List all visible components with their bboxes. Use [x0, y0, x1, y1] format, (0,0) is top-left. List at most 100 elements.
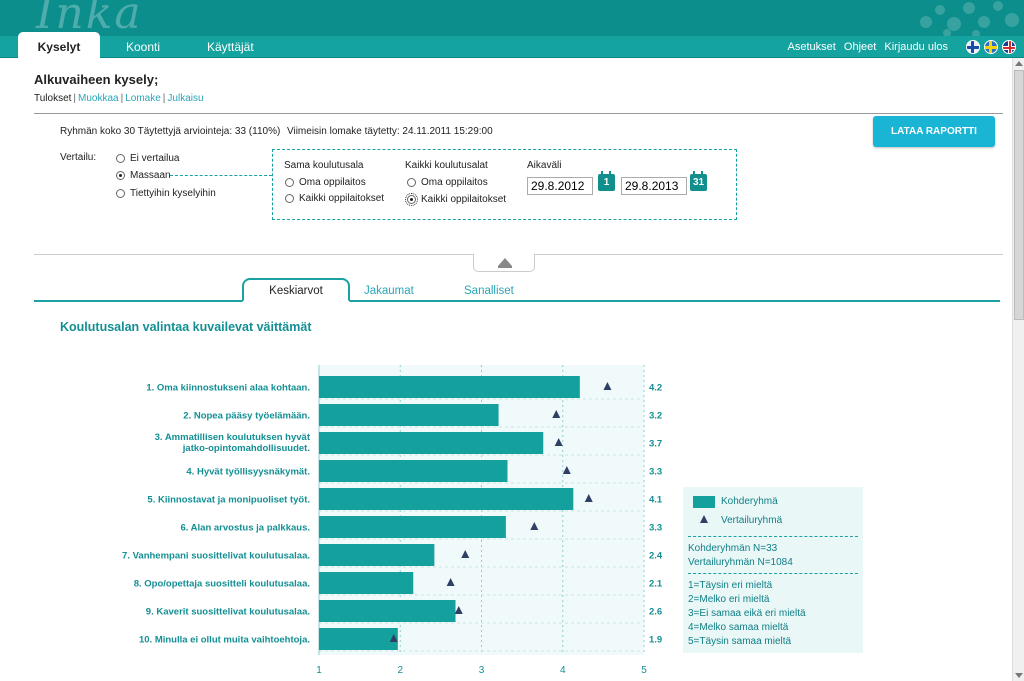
period-heading: Aikaväli	[527, 160, 562, 171]
crumb-current: Tulokset	[34, 93, 72, 104]
scroll-up-icon[interactable]	[1015, 61, 1023, 66]
legend-scale-3: 3=Ei samaa eikä eri mieltä	[688, 608, 806, 619]
legend-series-target: Kohderyhmä	[721, 496, 778, 507]
x-tick-label: 2	[397, 665, 403, 676]
bar-target-4	[319, 460, 508, 482]
scroll-down-icon[interactable]	[1015, 673, 1023, 678]
breadcrumb: Tulokset | Muokkaa | Lomake | Julkaisu	[34, 93, 204, 104]
main-nav: Kyselyt Koonti Käyttäjät Asetukset Ohjee…	[0, 32, 1024, 59]
vertical-scrollbar[interactable]	[1012, 58, 1024, 681]
radio-same-own-school[interactable]: Oma oppilaitos	[285, 177, 366, 188]
x-tick-label: 5	[641, 665, 647, 676]
help-link[interactable]: Ohjeet	[844, 41, 876, 53]
value-label-10: 1.9	[649, 635, 662, 646]
value-label-8: 2.1	[649, 579, 663, 590]
bar-target-8	[319, 572, 414, 594]
category-label-9: 9. Kaverit suosittelivat koulutusalaa.	[146, 607, 310, 618]
bar-target-6	[319, 516, 506, 538]
same-field-heading: Sama koulutusala	[284, 160, 364, 171]
start-date-input[interactable]	[527, 177, 593, 195]
top-links: Asetukset Ohjeet Kirjaudu ulos	[783, 36, 948, 58]
all-fields-heading: Kaikki koulutusalat	[405, 160, 488, 171]
end-calendar-icon[interactable]: 31	[690, 171, 707, 191]
radio-all-all-schools[interactable]: Kaikki oppilaitokset	[405, 193, 506, 206]
legend-scale-5: 5=Täysin samaa mieltä	[688, 636, 792, 647]
category-label-6: 6. Alan arvostus ja palkkaus.	[180, 523, 310, 534]
radio-all-own-school[interactable]: Oma oppilaitos	[407, 177, 488, 188]
crumb-form-link[interactable]: Lomake	[125, 93, 161, 104]
tab-koonti[interactable]: Koonti	[126, 36, 160, 58]
crumb-publish-link[interactable]: Julkaisu	[167, 93, 203, 104]
bar-target-3	[319, 432, 544, 454]
bar-target-5	[319, 488, 574, 510]
header-banner: Inka	[0, 0, 1024, 36]
collapse-filters-button[interactable]	[473, 254, 535, 272]
legend-n-comparison: Vertailuryhmän N=1084	[688, 557, 793, 568]
subtab-distributions[interactable]: Jakaumat	[364, 285, 414, 297]
radio-compare-mass[interactable]: Massaan	[116, 170, 171, 181]
radio-compare-specific[interactable]: Tiettyihin kyselyihin	[116, 188, 216, 199]
last-filled-info: Viimeisin lomake täytetty: 24.11.2011 15…	[287, 126, 493, 137]
legend-series-comparison: Vertailuryhmä	[721, 515, 783, 526]
swedish-flag-icon[interactable]	[984, 40, 998, 54]
compare-label: Vertailu:	[60, 152, 97, 163]
logout-link[interactable]: Kirjaudu ulos	[884, 41, 948, 53]
legend-scale-1: 1=Täysin eri mieltä	[688, 580, 773, 591]
page-title: Alkuvaiheen kysely;	[34, 72, 159, 87]
radio-dot	[116, 171, 125, 180]
subtabs-underline	[34, 300, 1000, 302]
collapse-up-icon	[498, 258, 512, 266]
category-label-7: 7. Vanhempani suosittelivat koulutusalaa…	[122, 551, 310, 562]
decorative-dots	[920, 1, 1019, 36]
radio-dot	[116, 154, 125, 163]
averages-bar-chart: 1. Oma kiinnostukseni alaa kohtaan. 4.2 2.…	[122, 365, 663, 676]
finnish-flag-icon[interactable]	[966, 40, 980, 54]
value-label-7: 2.4	[649, 551, 663, 562]
category-label-1: 1. Oma kiinnostukseni alaa kohtaan.	[146, 383, 310, 394]
scroll-thumb[interactable]	[1014, 70, 1024, 320]
value-label-9: 2.6	[649, 607, 662, 618]
x-tick-label: 3	[479, 665, 485, 676]
tab-kayttajat[interactable]: Käyttäjät	[207, 36, 254, 58]
app-logo: Inka	[36, 0, 143, 36]
bar-target-1	[319, 376, 580, 398]
tab-kyselyt[interactable]: Kyselyt	[18, 32, 100, 59]
category-label-5: 5. Kiinnostavat ja monipuoliset työt.	[147, 495, 310, 506]
value-label-6: 3.3	[649, 523, 662, 534]
category-label-10: 10. Minulla ei ollut muita vaihtoehtoja.	[139, 635, 310, 646]
value-label-1: 4.2	[649, 383, 662, 394]
legend-n-target: Kohderyhmän N=33	[688, 543, 778, 554]
value-label-2: 3.2	[649, 411, 662, 422]
divider	[34, 113, 1003, 114]
download-report-button[interactable]: LATAA RAPORTTI	[873, 116, 995, 147]
radio-dot	[116, 189, 125, 198]
subtab-verbal[interactable]: Sanalliset	[464, 285, 514, 297]
legend-triangle-icon	[700, 515, 708, 523]
value-label-5: 4.1	[649, 495, 663, 506]
settings-link[interactable]: Asetukset	[788, 41, 836, 53]
group-info: Ryhmän koko 30 Täytettyjä arviointeja: 3…	[60, 126, 281, 137]
end-date-input[interactable]	[621, 177, 687, 195]
bar-target-10	[319, 628, 398, 650]
category-label-4: 4. Hyvät työllisyysnäkymät.	[186, 467, 310, 478]
bar-target-9	[319, 600, 456, 622]
start-calendar-icon[interactable]: 1	[598, 171, 615, 191]
x-tick-label: 4	[560, 665, 566, 676]
bar-target-2	[319, 404, 499, 426]
category-label-2: 2. Nopea pääsy työelämään.	[183, 411, 310, 422]
legend-scale-2: 2=Melko eri mieltä	[688, 594, 770, 605]
legend-bar-swatch	[693, 496, 715, 508]
x-tick-label: 1	[316, 665, 322, 676]
radio-same-all-schools[interactable]: Kaikki oppilaitokset	[285, 193, 384, 204]
radio-no-comparison[interactable]: Ei vertailua	[116, 153, 179, 164]
subtab-averages[interactable]: Keskiarvot	[242, 278, 350, 302]
value-label-4: 3.3	[649, 467, 662, 478]
english-flag-icon[interactable]	[1002, 40, 1016, 54]
chart-title: Koulutusalan valintaa kuvailevat väittäm…	[60, 320, 312, 334]
category-label-8: 8. Opo/opettaja suositteli koulutusalaa.	[134, 579, 310, 590]
crumb-edit-link[interactable]: Muokkaa	[78, 93, 119, 104]
bar-target-7	[319, 544, 435, 566]
connector-line	[170, 175, 272, 176]
chart-legend: Kohderyhmä Vertailuryhmä Kohderyhmän N=3…	[683, 487, 863, 653]
legend-scale-4: 4=Melko samaa mieltä	[688, 622, 789, 633]
